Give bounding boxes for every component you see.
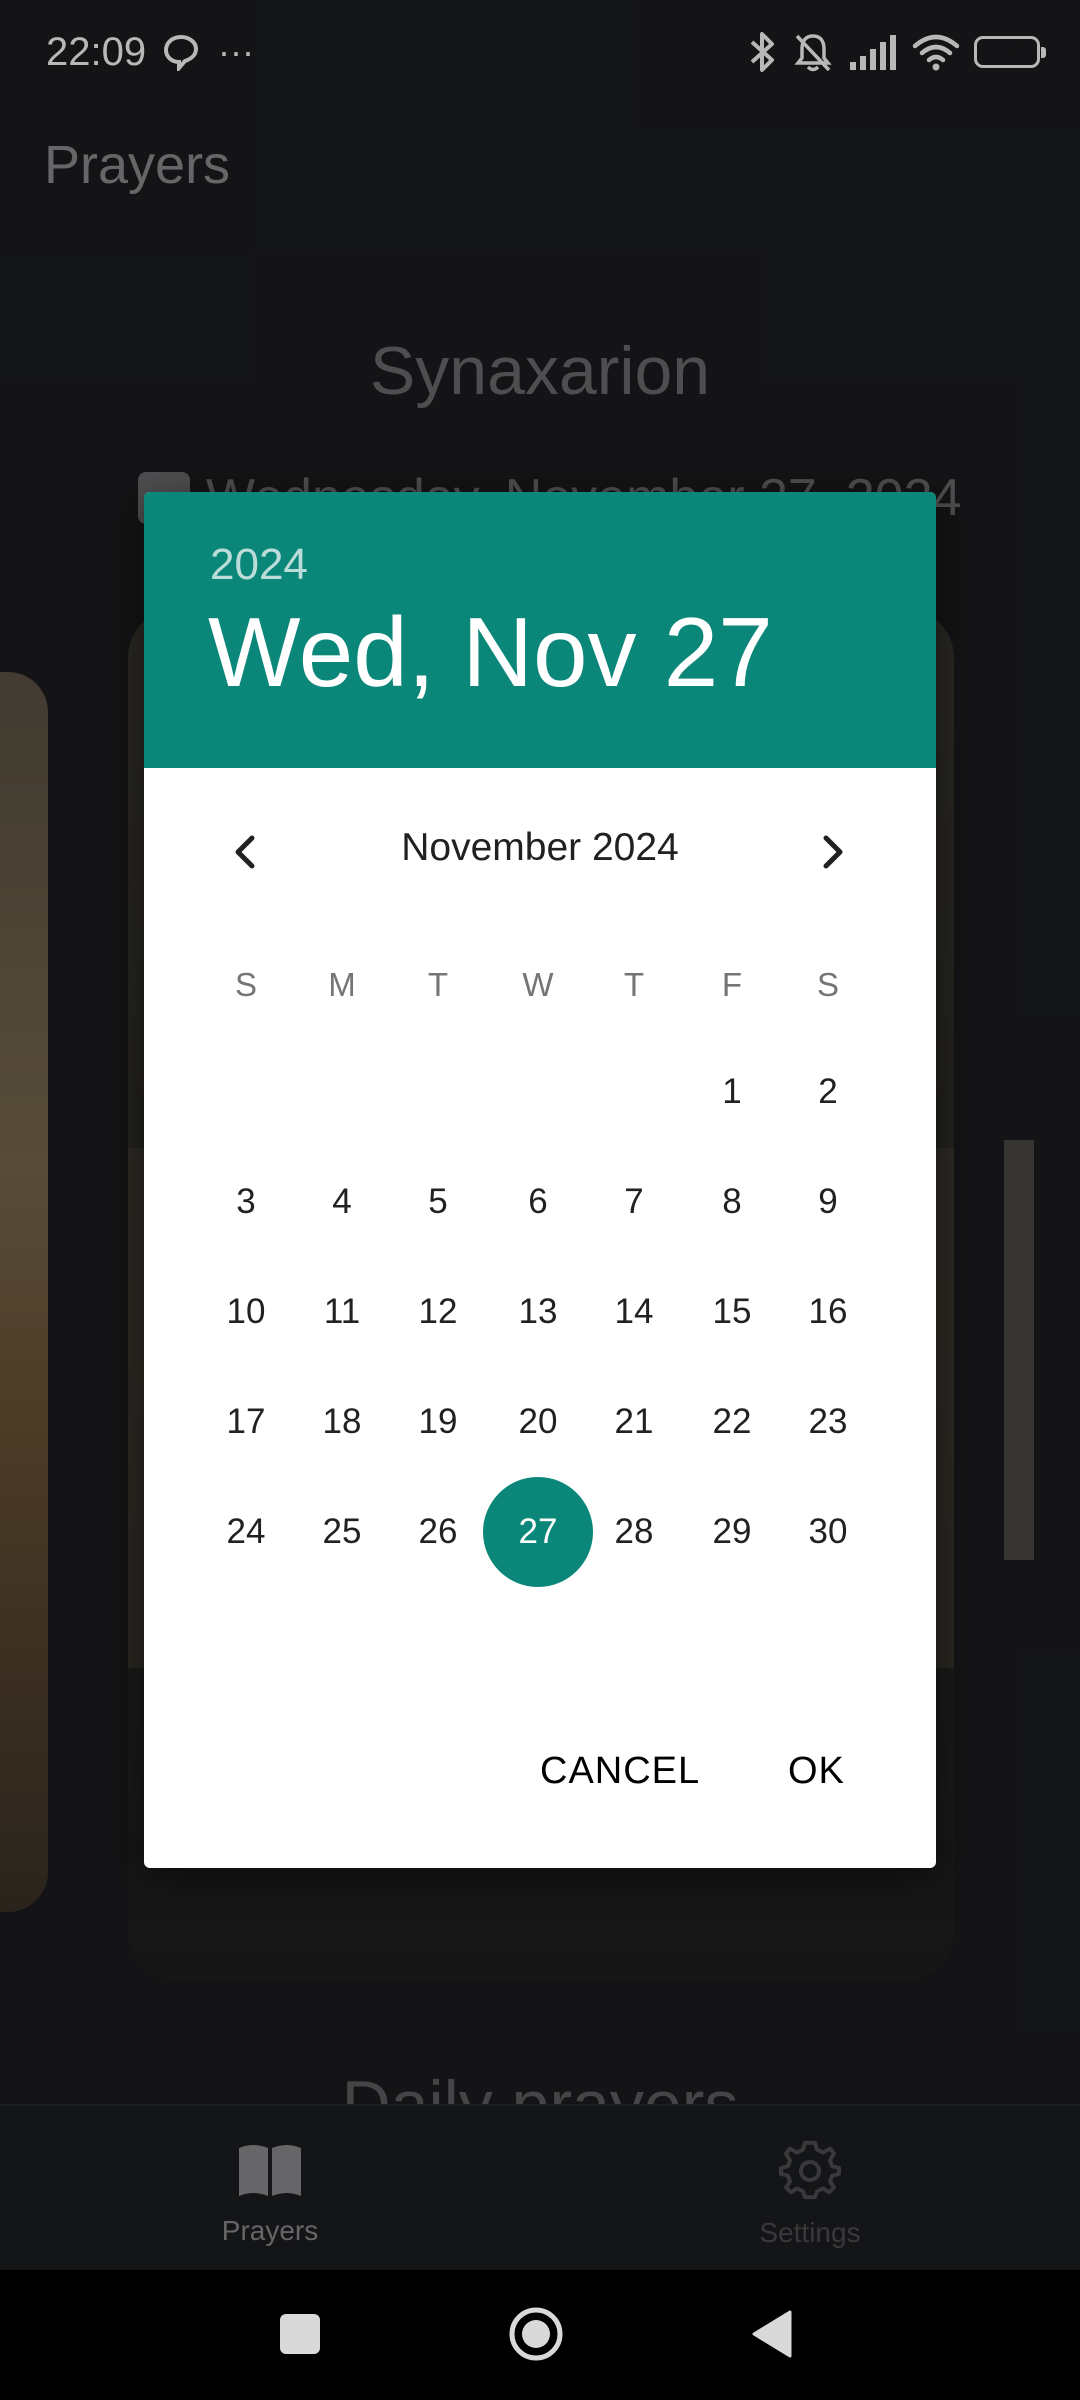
weekday-label: T [427,966,449,1003]
weekday-label: S [234,966,257,1003]
day-cell[interactable]: 10 [191,1257,301,1367]
weekday-label: F [721,966,743,1003]
weekday-label: M [328,966,356,1003]
weekday-label: S [816,966,839,1003]
back-triangle-icon [752,2310,792,2358]
previous-month-button[interactable] [214,820,278,884]
day-cell[interactable]: 21 [579,1367,689,1477]
day-cell[interactable]: 28 [579,1477,689,1587]
day-cell[interactable]: 24 [191,1477,301,1587]
day-cell[interactable]: 2 [773,1037,883,1147]
day-cell[interactable]: 19 [383,1367,493,1477]
home-button[interactable] [508,2306,564,2367]
day-cell[interactable]: 4 [287,1147,397,1257]
day-cell[interactable]: 7 [579,1147,689,1257]
day-cell[interactable]: 16 [773,1257,883,1367]
ok-button[interactable]: OK [788,1750,845,1793]
system-navigation-bar [0,2270,1080,2400]
chevron-left-icon [235,835,255,869]
day-cell[interactable]: 25 [287,1477,397,1587]
date-picker-header: 2024 Wed, Nov 27 [144,492,936,768]
day-cell[interactable]: 20 [483,1367,593,1477]
day-cell[interactable]: 23 [773,1367,883,1477]
day-cell[interactable]: 9 [773,1147,883,1257]
recents-button[interactable] [280,2314,320,2359]
day-cell[interactable]: 3 [191,1147,301,1257]
day-cell[interactable]: 5 [383,1147,493,1257]
weekday-label: W [522,966,554,1003]
home-circle-icon [509,2307,563,2361]
month-navigation: November 2024 [144,812,936,892]
day-cell[interactable]: 11 [287,1257,397,1367]
day-cell[interactable]: 15 [677,1257,787,1367]
day-cell[interactable]: 6 [483,1147,593,1257]
day-cell[interactable]: 1 [677,1037,787,1147]
day-cell[interactable]: 30 [773,1477,883,1587]
dialog-actions: CANCEL OK [144,1742,936,1812]
day-cell[interactable]: 22 [677,1367,787,1477]
day-cell[interactable]: 17 [191,1367,301,1477]
header-selected-date[interactable]: Wed, Nov 27 [208,596,773,709]
day-cell[interactable]: 14 [579,1257,689,1367]
next-month-button[interactable] [800,820,864,884]
screen: 22:09 ··· 37 Prayers Synaxarion Prayers … [0,0,1080,2400]
day-cell[interactable]: 8 [677,1147,787,1257]
day-cell[interactable]: 26 [383,1477,493,1587]
date-picker-dialog: 2024 Wed, Nov 27 November 2024 SMTWTFS 1… [144,492,936,1868]
cancel-button[interactable]: CANCEL [540,1750,700,1793]
header-year[interactable]: 2024 [210,540,308,590]
weekday-label: T [623,966,645,1003]
day-cell[interactable]: 18 [287,1367,397,1477]
day-cell[interactable]: 29 [677,1477,787,1587]
day-cell-selected[interactable]: 27 [483,1477,593,1587]
day-cell[interactable]: 12 [383,1257,493,1367]
square-icon [280,2314,320,2354]
chevron-right-icon [823,835,843,869]
day-cell[interactable]: 13 [483,1257,593,1367]
back-button[interactable] [750,2310,792,2363]
